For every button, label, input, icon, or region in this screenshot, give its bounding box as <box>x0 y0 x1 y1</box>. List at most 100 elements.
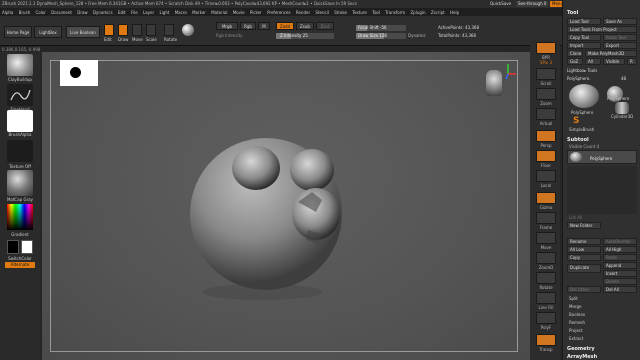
list-all-button[interactable]: List All <box>569 215 582 220</box>
zoom-button[interactable] <box>536 88 556 100</box>
rename-button[interactable]: Rename <box>567 238 601 245</box>
alternate-button[interactable]: Alternate <box>5 262 35 268</box>
duplicate-button[interactable]: Duplicate <box>567 264 601 273</box>
gizmo-button[interactable] <box>536 192 556 204</box>
lightbox-button[interactable]: LightBox <box>34 26 62 38</box>
polysphere-thumbnail[interactable] <box>569 84 599 108</box>
spix-label[interactable]: SPix 3 <box>532 60 560 65</box>
del-other-button[interactable]: Del Other <box>567 286 601 293</box>
zoomd-button[interactable] <box>536 252 556 264</box>
copy-tool-button[interactable]: Copy Tool <box>567 34 601 41</box>
persp-button[interactable] <box>536 130 556 142</box>
menu-dynamics[interactable]: Dynamics <box>93 10 113 15</box>
tool-palette-title[interactable]: Tool <box>567 10 578 16</box>
menu-layer[interactable]: Layer <box>143 10 154 15</box>
viewport-canvas[interactable] <box>42 52 530 360</box>
menu-stencil[interactable]: Stencil <box>315 10 329 15</box>
home-page-button[interactable]: Home Page <box>4 26 32 38</box>
sculpt-mesh[interactable] <box>42 52 530 360</box>
alpha-thumbnail[interactable] <box>7 110 33 132</box>
rotate-mode-button[interactable] <box>164 24 174 36</box>
menu-help[interactable]: Help <box>450 10 459 15</box>
polyf-button[interactable] <box>536 312 556 324</box>
import-button[interactable]: Import <box>567 42 601 49</box>
menu-picker[interactable]: Picker <box>250 10 262 15</box>
menu-texture[interactable]: Texture <box>352 10 367 15</box>
live-boolean-button[interactable]: Live Boolean <box>66 26 100 38</box>
r-button[interactable]: R <box>627 58 637 65</box>
project-menu[interactable]: Project <box>569 328 583 333</box>
menu-draw[interactable]: Draw <box>77 10 87 15</box>
zsub-button[interactable]: Zsub <box>296 22 314 30</box>
goz-button[interactable]: GoZ <box>567 58 583 65</box>
paste-subtool-button[interactable]: Paste <box>603 254 637 261</box>
move-mode-button[interactable] <box>132 24 142 36</box>
cylinder3d-thumbnail[interactable] <box>615 102 629 114</box>
menu-file[interactable]: File <box>131 10 138 15</box>
lightbox-tools-button[interactable]: Lightbox▸ Tools <box>567 68 597 73</box>
m-button[interactable]: M <box>258 22 270 30</box>
switch-color-button[interactable]: SwitchColor <box>0 256 40 261</box>
head-orientation-icon[interactable] <box>486 70 502 96</box>
transp-button[interactable] <box>536 334 556 346</box>
rotate-view-button[interactable] <box>536 272 556 284</box>
stroke-thumbnail[interactable] <box>7 84 33 106</box>
menu-tool[interactable]: Tool <box>372 10 380 15</box>
menu-macro[interactable]: Macro <box>175 10 187 15</box>
new-folder-button[interactable]: New Folder <box>567 222 601 229</box>
simplebrush-icon[interactable]: S <box>573 116 583 126</box>
all-high-button[interactable]: All High <box>603 246 637 253</box>
zcut-button[interactable]: Zcut <box>316 22 334 30</box>
make-polymesh3d-button[interactable]: Make PolyMesh3D <box>585 50 637 57</box>
menu-brush[interactable]: Brush <box>19 10 31 15</box>
autoreorder-button[interactable]: AutoReorder <box>603 238 637 245</box>
subtool-header[interactable]: Subtool <box>567 137 589 143</box>
floor-button[interactable] <box>536 150 556 162</box>
remesh-menu[interactable]: Remesh <box>569 320 585 325</box>
all-button[interactable]: All <box>585 58 601 65</box>
copy-subtool-button[interactable]: Copy <box>567 254 601 261</box>
local-button[interactable] <box>536 170 556 182</box>
menu-marker[interactable]: Marker <box>192 10 206 15</box>
zadd-button[interactable]: Zadd <box>276 22 294 30</box>
secondary-color-swatch[interactable] <box>21 240 33 254</box>
actual-button[interactable] <box>536 108 556 120</box>
menu-render[interactable]: Render <box>296 10 310 15</box>
scale-mode-button[interactable] <box>146 24 156 36</box>
rgb-button[interactable]: Rgb <box>240 22 256 30</box>
menu-alpha[interactable]: Alpha <box>2 10 13 15</box>
mrgb-button[interactable]: Mrgb <box>216 22 238 30</box>
rgb-intensity-slider[interactable]: Rgb Intensity <box>216 33 243 38</box>
menu-color[interactable]: Color <box>35 10 45 15</box>
menu-preferences[interactable]: Preferences <box>267 10 291 15</box>
menu-light[interactable]: Light <box>159 10 169 15</box>
see-through-slider[interactable]: See-through 0 <box>516 1 549 7</box>
draw-mode-button[interactable] <box>118 24 128 36</box>
subtool-item[interactable]: PolySphere <box>567 150 637 164</box>
all-low-button[interactable]: All Low <box>567 246 601 253</box>
edit-mode-button[interactable] <box>104 24 114 36</box>
line-fill-button[interactable] <box>536 292 556 304</box>
brush-thumbnail[interactable] <box>7 54 33 76</box>
menu-transform[interactable]: Transform <box>385 10 405 15</box>
move-view-button[interactable] <box>536 232 556 244</box>
menu-zplugin[interactable]: Zplugin <box>410 10 425 15</box>
frame-button[interactable] <box>536 212 556 224</box>
clone-button[interactable]: Clone <box>567 50 583 57</box>
scroll-button[interactable] <box>536 68 556 80</box>
material-sphere-icon[interactable] <box>182 24 194 36</box>
paste-tool-button[interactable]: Paste Tool <box>603 34 637 41</box>
load-tool-button[interactable]: Load Tool <box>567 18 601 25</box>
extract-menu[interactable]: Extract <box>569 336 583 341</box>
bpr-button[interactable] <box>536 42 556 54</box>
insert-button[interactable]: Insert <box>603 270 637 277</box>
export-button[interactable]: Export <box>603 42 637 49</box>
quicksave-button[interactable]: QuickSave <box>488 1 513 7</box>
load-tools-from-project-button[interactable]: Load Tools From Project <box>567 26 637 33</box>
menu-document[interactable]: Document <box>51 10 72 15</box>
menu-zscript[interactable]: Zscript <box>431 10 445 15</box>
menu-edit[interactable]: Edit <box>118 10 126 15</box>
merge-menu[interactable]: Merge <box>569 304 582 309</box>
main-color-swatch[interactable] <box>7 240 19 254</box>
dynamic-button[interactable]: Dynamic <box>408 33 426 38</box>
